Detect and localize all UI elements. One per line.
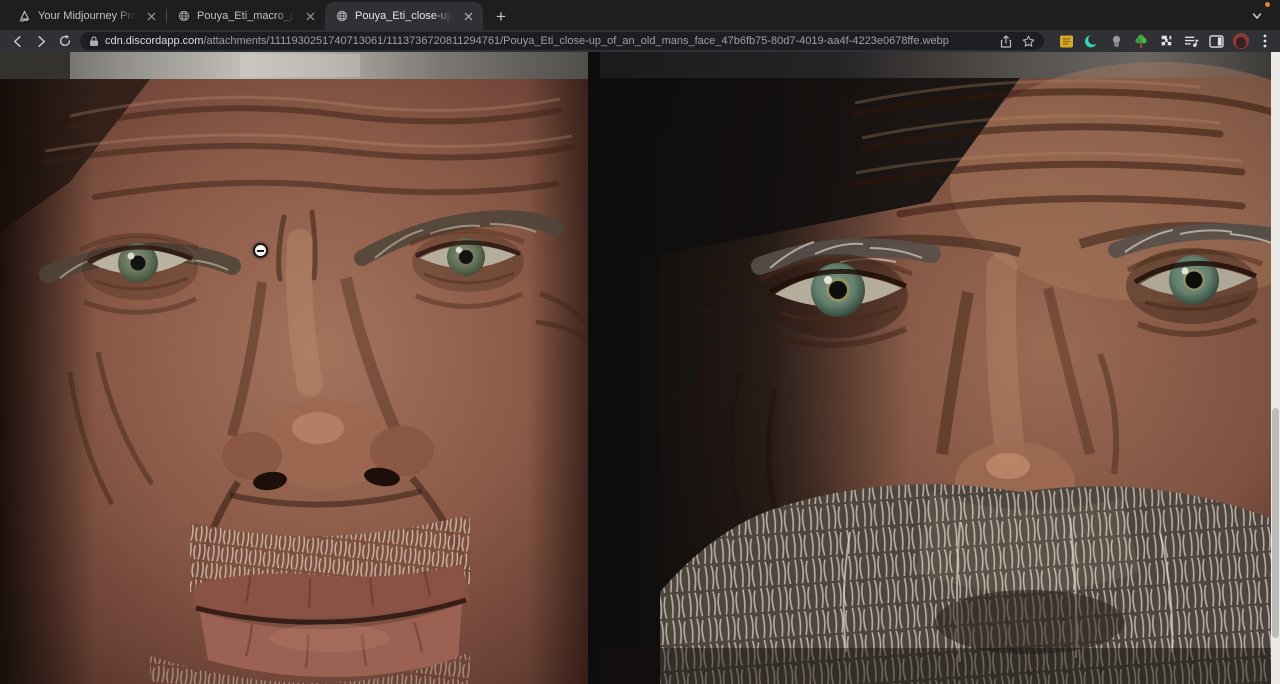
tab-macro-photo[interactable]: Pouya_Eti_macro_photo_of_a [167, 2, 325, 30]
zoom-out-cursor-icon [253, 243, 268, 258]
url-text: cdn.discordapp.com/attachments/111193025… [105, 35, 994, 47]
image-viewer-content [0, 52, 1280, 684]
scrollbar-thumb[interactable] [1272, 408, 1279, 638]
image-grid-gap [588, 52, 600, 684]
new-tab-button[interactable]: + [489, 4, 513, 28]
tab-title: Pouya_Eti_macro_photo_of_a [197, 10, 297, 22]
side-panel-icon[interactable] [1208, 33, 1224, 49]
browser-window: Your Midjourney Profile Pouya_Eti_macro_… [0, 0, 1280, 684]
bookmark-star-icon[interactable] [1022, 35, 1035, 48]
back-button[interactable] [8, 32, 26, 50]
browser-menu-icon[interactable] [1258, 33, 1272, 49]
address-bar[interactable]: cdn.discordapp.com/attachments/111193025… [80, 32, 1044, 50]
tab-close-up-active[interactable]: Pouya_Eti_close-up_of_an_ol [325, 2, 483, 30]
globe-favicon-icon [177, 9, 191, 23]
midjourney-favicon-icon [18, 9, 32, 23]
lock-icon[interactable] [89, 36, 99, 47]
url-path: /attachments/1111930251740713061/1113736… [203, 35, 948, 47]
forward-button[interactable] [32, 32, 50, 50]
update-badge-dot [1265, 2, 1270, 7]
green-tree-extension-icon[interactable] [1133, 33, 1149, 49]
tab-midjourney-profile[interactable]: Your Midjourney Profile [8, 2, 166, 30]
url-domain: cdn.discordapp.com [105, 35, 203, 47]
teal-moon-extension-icon[interactable] [1083, 33, 1099, 49]
toolbar: cdn.discordapp.com/attachments/111193025… [0, 30, 1280, 52]
scrollbar-track[interactable] [1271, 52, 1280, 684]
left-portrait-image[interactable] [0, 52, 588, 684]
yellow-notes-extension-icon[interactable] [1058, 33, 1074, 49]
puzzle-extensions-icon[interactable] [1158, 33, 1174, 49]
tab-title: Pouya_Eti_close-up_of_an_ol [355, 10, 455, 22]
profile-avatar[interactable] [1233, 33, 1249, 49]
tab-close-icon[interactable] [461, 9, 476, 24]
media-queue-icon[interactable] [1183, 33, 1199, 49]
tab-title: Your Midjourney Profile [38, 10, 138, 22]
tab-strip: Your Midjourney Profile Pouya_Eti_macro_… [0, 0, 1280, 30]
tab-search-chevron-icon[interactable] [1248, 7, 1266, 25]
extensions-area [1058, 33, 1272, 49]
tab-close-icon[interactable] [144, 9, 159, 24]
share-icon[interactable] [1000, 35, 1012, 48]
gray-extension-icon[interactable] [1108, 33, 1124, 49]
reload-button[interactable] [56, 32, 74, 50]
globe-favicon-icon [335, 9, 349, 23]
tab-close-icon[interactable] [303, 9, 318, 24]
right-portrait-image[interactable] [600, 52, 1280, 684]
